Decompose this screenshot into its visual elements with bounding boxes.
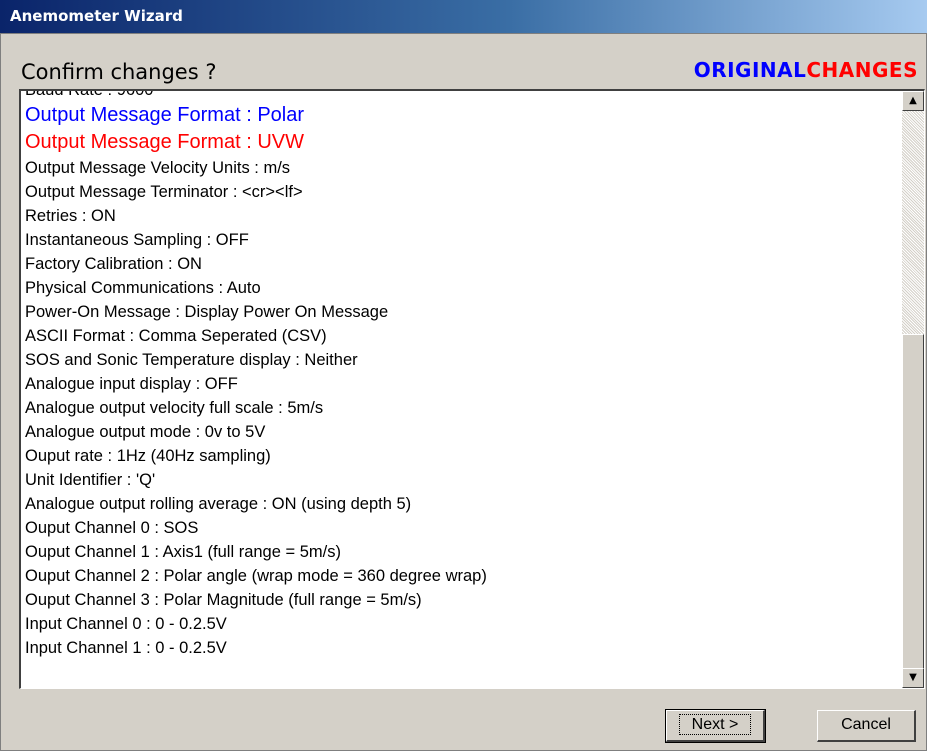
legend-original: ORIGINAL [693, 58, 807, 82]
window-title: Anemometer Wizard [10, 7, 183, 25]
scroll-down-arrow-icon[interactable]: ▼ [902, 668, 924, 688]
vertical-scrollbar[interactable]: ▲ ▼ [902, 91, 924, 688]
list-item: Ouput rate : 1Hz (40Hz sampling) [25, 447, 271, 465]
list-item-original: Output Message Format : Polar [25, 104, 305, 126]
list-item: Power-On Message : Display Power On Mess… [25, 303, 389, 321]
list-item: Physical Communications : Auto [25, 279, 261, 297]
list-item-changed: Output Message Format : UVW [25, 131, 304, 153]
list-item: ASCII Format : Comma Seperated (CSV) [25, 327, 327, 345]
list-item: Retries : ON [25, 207, 116, 225]
next-button[interactable]: Next > [665, 709, 766, 743]
scrollbar-thumb[interactable] [902, 334, 924, 669]
list-item: Factory Calibration : ON [25, 255, 202, 273]
list-item: Instantaneous Sampling : OFF [25, 231, 249, 249]
wizard-window: Confirm changes ? ORIGINALCHANGES Baud R… [0, 33, 927, 751]
list-item: Analogue output mode : 0v to 5V [25, 423, 266, 441]
list-item: Input Channel 1 : 0 - 0.2.5V [25, 639, 227, 657]
list-item: Output Message Terminator : <cr><lf> [25, 183, 303, 201]
list-item: Baud Rate : 9600 [25, 89, 154, 99]
list-item: Analogue output rolling average : ON (us… [25, 495, 412, 513]
changes-list: Baud Rate : 9600 Output Message Format :… [25, 89, 895, 660]
list-item: Ouput Channel 0 : SOS [25, 519, 199, 537]
changes-listbox[interactable]: Baud Rate : 9600 Output Message Format :… [19, 89, 925, 689]
confirm-prompt: Confirm changes ? [21, 60, 217, 84]
list-item: Analogue input display : OFF [25, 375, 238, 393]
list-item: Ouput Channel 3 : Polar Magnitude (full … [25, 591, 422, 609]
list-item: Ouput Channel 2 : Polar angle (wrap mode… [25, 567, 487, 585]
next-button-label: Next > [678, 714, 752, 735]
title-bar: Anemometer Wizard [0, 0, 927, 33]
list-item: Analogue output velocity full scale : 5m… [25, 399, 324, 417]
list-item: Output Message Velocity Units : m/s [25, 159, 291, 177]
cancel-button[interactable]: Cancel [817, 710, 916, 742]
legend-changes: CHANGES [806, 58, 918, 82]
list-item: Ouput Channel 1 : Axis1 (full range = 5m… [25, 543, 341, 561]
list-item: SOS and Sonic Temperature display : Neit… [25, 351, 358, 369]
color-legend: ORIGINALCHANGES [694, 58, 918, 82]
list-item: Unit Identifier : 'Q' [25, 471, 156, 489]
scroll-up-arrow-icon[interactable]: ▲ [902, 91, 924, 111]
list-item: Input Channel 0 : 0 - 0.2.5V [25, 615, 227, 633]
